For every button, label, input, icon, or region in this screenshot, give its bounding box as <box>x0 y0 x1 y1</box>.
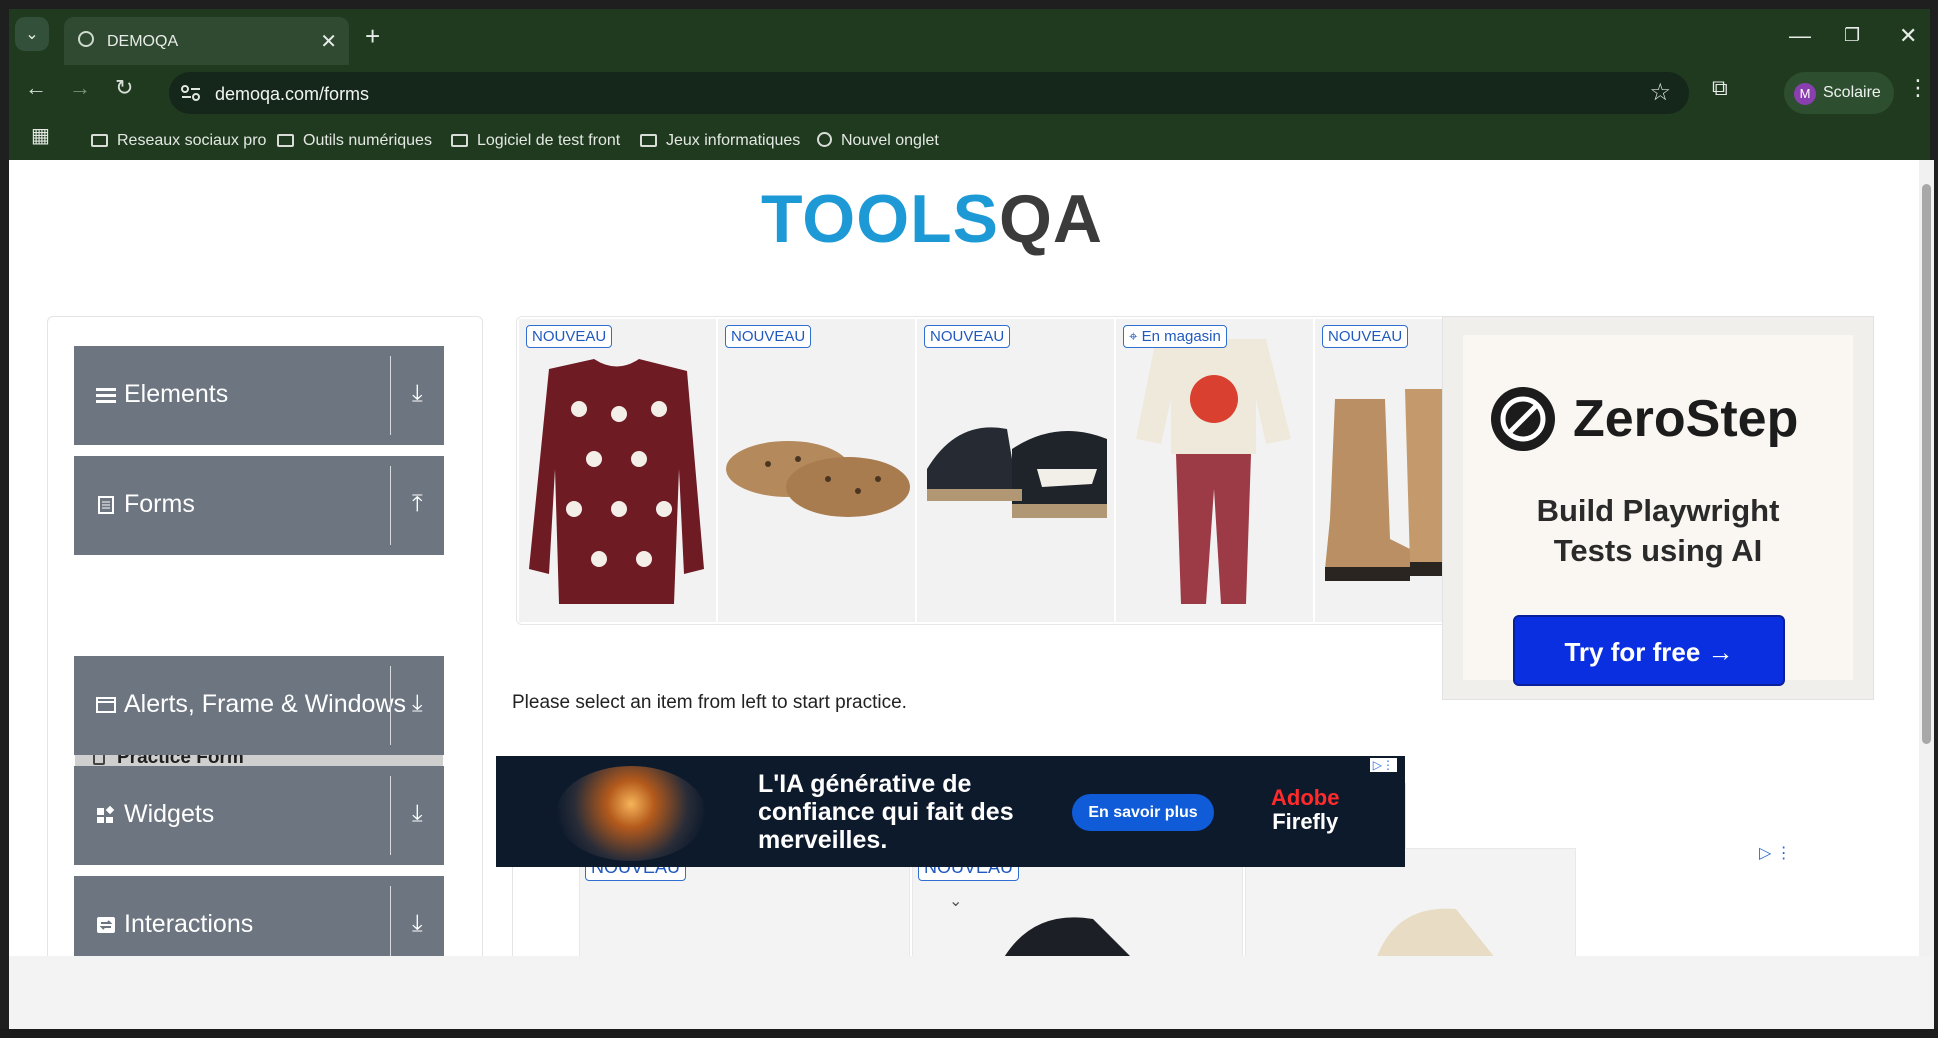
browser-chrome: ⌄ DEMOQA ✕ + — ❐ ✕ ← → ↻ demoqa.com/form… <box>9 9 1930 160</box>
folder-icon <box>277 134 294 147</box>
minimize-button[interactable]: — <box>1789 23 1811 49</box>
forward-button[interactable]: → <box>69 75 91 101</box>
product-card[interactable]: ⌖ En magasin <box>1116 319 1313 622</box>
taskbar-edge <box>0 1029 1938 1038</box>
ballerina-shoes-image <box>726 441 910 517</box>
window-icon <box>96 697 116 713</box>
badge-new: NOUVEAU <box>725 325 812 348</box>
widgets-icon <box>97 806 115 823</box>
badge-new: NOUVEAU <box>526 325 613 348</box>
tab-title: DEMOQA <box>107 33 179 50</box>
globe-icon <box>78 31 94 47</box>
chevron-down-icon[interactable]: ⌄ <box>949 891 962 911</box>
extensions-icon[interactable]: ⧉ <box>1712 75 1728 101</box>
adchoices-icon[interactable]: ▷⋮ <box>1369 758 1397 772</box>
avatar: M <box>1794 83 1816 105</box>
sidebar-group-widgets[interactable]: Widgets ⤓ <box>74 766 444 865</box>
download-arrow-icon: ⤓ <box>412 380 423 407</box>
badge-new: NOUVEAU <box>1322 325 1409 348</box>
sidebar-group-forms[interactable]: Forms ⤒ <box>74 456 444 555</box>
bottom-ad-area <box>9 956 1934 1029</box>
page-scrollbar[interactable] <box>1919 160 1934 956</box>
url-text: demoqa.com/forms <box>215 84 370 104</box>
restore-button[interactable]: ❐ <box>1844 25 1860 46</box>
download-arrow-icon: ⤓ <box>412 690 423 717</box>
instruction-text: Please select an item from left to start… <box>512 692 907 713</box>
scrollbar-thumb[interactable] <box>1922 184 1931 744</box>
product-card[interactable]: NOUVEAU <box>718 319 915 622</box>
address-bar[interactable]: demoqa.com/forms ☆ <box>169 72 1689 114</box>
product-card[interactable]: NOUVEAU <box>519 319 716 622</box>
hamburger-icon <box>96 388 116 403</box>
bookmark-item[interactable]: Reseaux sociaux pro <box>91 132 266 150</box>
bookmark-item[interactable]: Jeux informatiques <box>640 132 800 150</box>
sandal-image <box>1377 908 1494 956</box>
close-window-button[interactable]: ✕ <box>1899 23 1917 49</box>
apps-grid-icon[interactable]: ▦ <box>31 123 50 148</box>
shoe-image <box>1004 917 1130 956</box>
adchoices-icon[interactable]: ▷ ⋮ <box>1759 843 1792 863</box>
upload-arrow-icon: ⤒ <box>412 490 423 517</box>
zerostep-tagline: Build Playwright Tests using AI <box>1536 493 1780 568</box>
product-card[interactable]: NOUVEAU <box>1315 319 1457 622</box>
adobe-firefly-logo: Adobe Firefly <box>1271 785 1340 834</box>
campfire-tree-image <box>556 766 706 861</box>
zerostep-ad[interactable]: ZeroStep Build Playwright Tests using AI… <box>1442 316 1874 700</box>
location-pin-icon: ⌖ <box>1129 328 1138 345</box>
badge-new: NOUVEAU <box>924 325 1011 348</box>
kids-outfit-image <box>1136 339 1291 604</box>
new-tab-button[interactable]: + <box>365 21 380 52</box>
bookmark-item[interactable]: Logiciel de test front <box>451 132 620 150</box>
badge-in-store: ⌖ En magasin <box>1123 325 1227 348</box>
swap-icon <box>97 917 115 933</box>
folder-icon <box>91 134 108 147</box>
sneakers-image <box>927 427 1107 518</box>
browser-tab[interactable]: DEMOQA ✕ <box>64 17 349 65</box>
download-arrow-icon: ⤓ <box>412 800 423 827</box>
download-arrow-icon: ⤓ <box>412 910 423 937</box>
learn-more-button[interactable]: En savoir plus <box>1072 794 1214 831</box>
zerostep-brand: ZeroStep <box>1573 390 1799 448</box>
site-info-icon[interactable] <box>181 84 201 102</box>
banner-text: L'IA générative de confiance qui fait de… <box>758 770 1014 854</box>
toolsqa-logo[interactable]: TOOLSQA <box>761 180 1103 258</box>
boots-image <box>1325 389 1457 581</box>
back-button[interactable]: ← <box>25 75 47 101</box>
profile-name: Scolaire <box>1823 84 1881 101</box>
bookmark-star-icon[interactable]: ☆ <box>1649 78 1671 107</box>
tab-search-button[interactable]: ⌄ <box>15 17 49 51</box>
bookmark-item[interactable]: Outils numériques <box>277 132 432 150</box>
folder-icon <box>451 134 468 147</box>
document-icon <box>98 496 114 514</box>
globe-icon <box>817 132 832 147</box>
product-card[interactable]: NOUVEAU <box>917 319 1114 622</box>
sweater-image <box>529 359 704 604</box>
profile-button[interactable]: M Scolaire <box>1784 72 1894 114</box>
menu-kebab-icon[interactable]: ⋮ <box>1907 75 1929 101</box>
sidebar-group-elements[interactable]: Elements ⤓ <box>74 346 444 445</box>
close-tab-icon[interactable]: ✕ <box>320 29 337 54</box>
sidebar-group-interactions[interactable]: Interactions ⤓ <box>74 876 444 956</box>
try-for-free-button[interactable]: Try for free → <box>1513 615 1785 686</box>
zerostep-logo-icon <box>1491 387 1555 451</box>
reload-button[interactable]: ↻ <box>115 75 133 101</box>
bookmark-item[interactable]: Nouvel onglet <box>817 132 939 150</box>
folder-icon <box>640 134 657 147</box>
adobe-firefly-banner-ad[interactable]: L'IA générative de confiance qui fait de… <box>496 756 1405 867</box>
product-ad-carousel[interactable]: NOUVEAU NOUVEAU NOUVEAU ⌖ En magasin NOU… <box>516 316 1458 625</box>
sidebar-group-alerts[interactable]: Alerts, Frame & Windows ⤓ <box>74 656 444 755</box>
